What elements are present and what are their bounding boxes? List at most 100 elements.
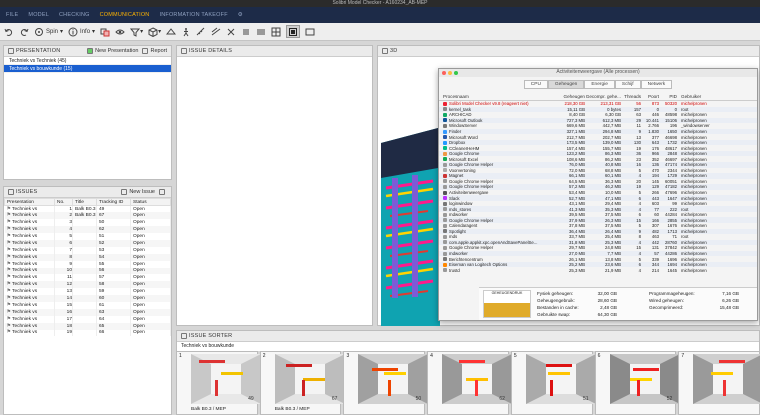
issue-thumbnail[interactable]: 4 62 xyxy=(427,351,513,415)
issue-thumbnail[interactable]: 6 52 xyxy=(594,351,680,415)
issue-row[interactable]: ⚑ Techniek vs 3 50 Open xyxy=(4,219,171,227)
tab-cpu[interactable]: CPU xyxy=(523,80,548,89)
filter-button[interactable]: ▾ xyxy=(130,25,143,38)
process-row[interactable]: Google Chrome 123,2 MB 86,3 MB 36 966 2848 mic… xyxy=(439,150,757,157)
process-row[interactable]: mdworker 39,5 MB 37,5 MB 6 60 44284 michelpron… xyxy=(439,212,757,218)
minimize-icon[interactable] xyxy=(448,71,452,75)
panel-menu-icon[interactable] xyxy=(181,48,187,54)
col-no[interactable]: No. xyxy=(54,198,73,206)
issue-thumbnail[interactable]: 2 Balk B0.3 / MEP 67 xyxy=(259,351,345,415)
process-row[interactable]: Voorvertoning 72,0 MB 68,8 MB 5 470 2344 miche… xyxy=(439,168,757,174)
issue-row[interactable]: ⚑ Techniek vs 17 64 Open xyxy=(4,315,171,323)
panel-menu-icon[interactable] xyxy=(382,48,388,54)
menu-checking[interactable]: CHECKING xyxy=(59,12,90,18)
new-presentation-button[interactable]: New Presentation xyxy=(87,48,138,54)
process-row[interactable]: trustd 25,3 MB 21,9 MB 4 214 1645 michelpronen xyxy=(439,267,757,273)
menu-file[interactable]: FILE xyxy=(6,12,18,18)
process-row[interactable]: Google Chrome Helper 37,9 MB 26,3 MB 15 166 2… xyxy=(439,217,757,224)
process-row[interactable]: Solibri Model Checker v9.8 (reageert nie… xyxy=(439,101,757,107)
process-row[interactable]: Berichtencentrum 26,1 MB 13,8 MB 5 339 1696 mi… xyxy=(439,256,757,262)
maximize-icon[interactable] xyxy=(454,71,458,75)
menu-model[interactable]: MODEL xyxy=(28,12,49,18)
panel-menu-icon[interactable] xyxy=(8,189,14,195)
process-row[interactable]: mds_stores 41,3 MB 35,3 MB 4 77 222 root xyxy=(439,206,757,212)
issue-row[interactable]: ⚑ Techniek vs 16 63 Open xyxy=(4,308,171,316)
process-row[interactable]: Google Chrome Helper 64,5 MB 36,3 MB 20 145 6… xyxy=(439,179,757,185)
issue-row[interactable]: ⚑ Techniek vs 18 65 Open xyxy=(4,322,171,330)
issue-thumbnail[interactable]: 5 51 xyxy=(510,351,596,415)
report-button[interactable]: Report xyxy=(142,48,167,54)
process-row[interactable]: mdworker 27,0 MB 7,7 MB 4 57 44286 michelprone… xyxy=(439,250,757,257)
cube-view-button[interactable]: ▾ xyxy=(148,25,161,38)
col-compressed[interactable]: Gecompr. gehe... xyxy=(585,94,621,99)
walk-button[interactable] xyxy=(181,25,191,38)
process-row[interactable]: kernel_task 15,11 GB 0 bytes 157 0 0 root xyxy=(439,106,757,113)
issue-thumbnail[interactable]: 1 Balk B0.3 / MEP 49 xyxy=(176,351,261,415)
grid-button[interactable] xyxy=(271,25,281,38)
process-row[interactable]: Activiteitenweergave 53,4 MB 10,0 MB 5 266 47… xyxy=(439,190,757,196)
issue-row[interactable]: ⚑ Techniek vs 11 57 Open xyxy=(4,274,171,282)
issue-row[interactable]: ⚑ Techniek vs 8 54 Open xyxy=(4,253,171,261)
issue-row[interactable]: ⚑ Techniek vs 4 62 Open xyxy=(4,226,171,234)
issue-row[interactable]: ⚑ Techniek vs 19 66 Open xyxy=(4,329,171,337)
visibility-button[interactable] xyxy=(115,25,125,38)
slides-button[interactable] xyxy=(305,25,315,38)
tab-disk[interactable]: Schijf xyxy=(614,80,641,89)
issue-thumbnail[interactable]: 7 xyxy=(678,351,760,415)
issue-row[interactable]: ⚑ Techniek vs 9 55 Open xyxy=(4,260,171,268)
process-row[interactable]: Microsoft Outlook 727,3 MB 612,3 MB 29 10.44… xyxy=(439,117,757,124)
issue-row[interactable]: ⚑ Techniek vs 14 60 Open xyxy=(4,295,171,302)
select-components-button[interactable] xyxy=(100,25,110,38)
process-row[interactable]: CCleanerHeHM 157,4 MB 155,7 MB 19 176 48617 mi… xyxy=(439,145,757,151)
mark-button[interactable] xyxy=(226,25,236,38)
measure-button[interactable] xyxy=(196,25,206,38)
spin-button[interactable]: Spin ▾ xyxy=(34,25,63,38)
presentation-mode-button[interactable] xyxy=(286,25,301,38)
process-row[interactable]: Slack 52,7 MB 47,1 MB 6 443 1647 michelpronen xyxy=(439,195,757,201)
col-tracking-id[interactable]: Tracking ID xyxy=(96,198,131,206)
menu-communication[interactable]: COMMUNICATION xyxy=(100,12,150,18)
tab-memory[interactable]: Geheugen xyxy=(547,80,585,89)
issues-view-button[interactable] xyxy=(159,189,167,195)
tab-network[interactable]: Netwerk xyxy=(640,80,673,89)
process-row[interactable]: Google Chrome Helper 76,0 MB 40,8 MB 16 136 4… xyxy=(439,162,757,168)
menu-information-takeoff[interactable]: INFORMATION TAKEOFF xyxy=(159,12,227,18)
process-row[interactable]: ARCHICAD 8,40 GB 6,30 GB 63 446 48598 michelpr… xyxy=(439,112,757,118)
col-user[interactable]: Gebruiker xyxy=(677,94,723,99)
col-title[interactable]: Title xyxy=(72,198,97,206)
process-row[interactable]: Microsoft Word 212,7 MB 202,7 MB 13 377 46698… xyxy=(439,134,757,140)
activity-monitor-window[interactable]: Activiteitenweergave (Alle processen) CP… xyxy=(438,68,758,321)
col-memory[interactable]: Geheugen xyxy=(549,94,585,99)
issue-row[interactable]: ⚑ Techniek vs 15 61 Open xyxy=(4,301,171,309)
panel-menu-icon[interactable] xyxy=(8,48,14,54)
issue-thumbnail[interactable]: 3 50 xyxy=(343,351,429,415)
issue-row[interactable]: ⚑ Techniek vs 7 53 Open xyxy=(4,246,171,254)
issue-row[interactable]: ⚑ Techniek vs 2 Balk B0.3 67 Open xyxy=(4,212,171,220)
presentation-item[interactable]: Techniek vs Techniek (45) xyxy=(4,57,171,65)
process-row[interactable]: loginwindow 43,1 MB 29,4 MB 4 603 99 michelpro… xyxy=(439,201,757,207)
issue-row[interactable]: ⚑ Techniek vs 10 56 Open xyxy=(4,267,171,275)
process-row[interactable]: Finder 327,1 MB 294,8 MB 9 1.830 1650 michelpr… xyxy=(439,128,757,135)
process-row[interactable]: WindowServer 669,6 MB 442,7 MB 11 2.766 196 _w… xyxy=(439,123,757,129)
issue-row[interactable]: ⚑ Techniek vs 13 59 Open xyxy=(4,288,171,296)
slice-button[interactable] xyxy=(211,25,221,38)
issue-row[interactable]: ⚑ Techniek vs 12 58 Open xyxy=(4,281,171,289)
process-row[interactable]: mds 33,7 MB 25,4 MB 8 463 71 root xyxy=(439,234,757,240)
col-presentation[interactable]: Presentation xyxy=(4,198,55,206)
issue-row[interactable]: ⚑ Techniek vs 1 Balk B0.3 49 Open xyxy=(4,205,171,213)
new-issue-button[interactable]: New Issue xyxy=(121,189,155,195)
process-row[interactable]: Dropbox 173,5 MB 139,0 MB 130 643 1732 michelp… xyxy=(439,139,757,146)
col-ports[interactable]: Poort xyxy=(641,94,659,99)
presentation-item-selected[interactable]: Techniek vs bouwkunde (15) xyxy=(4,65,171,73)
hide-button[interactable] xyxy=(241,25,251,38)
menu-add-icon[interactable]: ⚙ xyxy=(238,12,243,18)
close-icon[interactable] xyxy=(442,71,446,75)
col-pid[interactable]: PID xyxy=(659,94,677,99)
process-row[interactable]: Microsoft Excel 108,6 MB 86,2 MB 23 352 46697… xyxy=(439,156,757,162)
issue-row[interactable]: ⚑ Techniek vs 5 51 Open xyxy=(4,233,171,240)
redo-button[interactable] xyxy=(19,25,29,38)
process-row[interactable]: Google Chrome Helper 29,7 MB 24,8 MB 15 131 3… xyxy=(439,245,757,251)
process-row[interactable]: Spotlight 36,4 MB 26,4 MB 9 482 1713 michelpro… xyxy=(439,228,757,235)
col-status[interactable]: Status xyxy=(130,198,171,206)
ribbon-button[interactable] xyxy=(256,25,266,38)
